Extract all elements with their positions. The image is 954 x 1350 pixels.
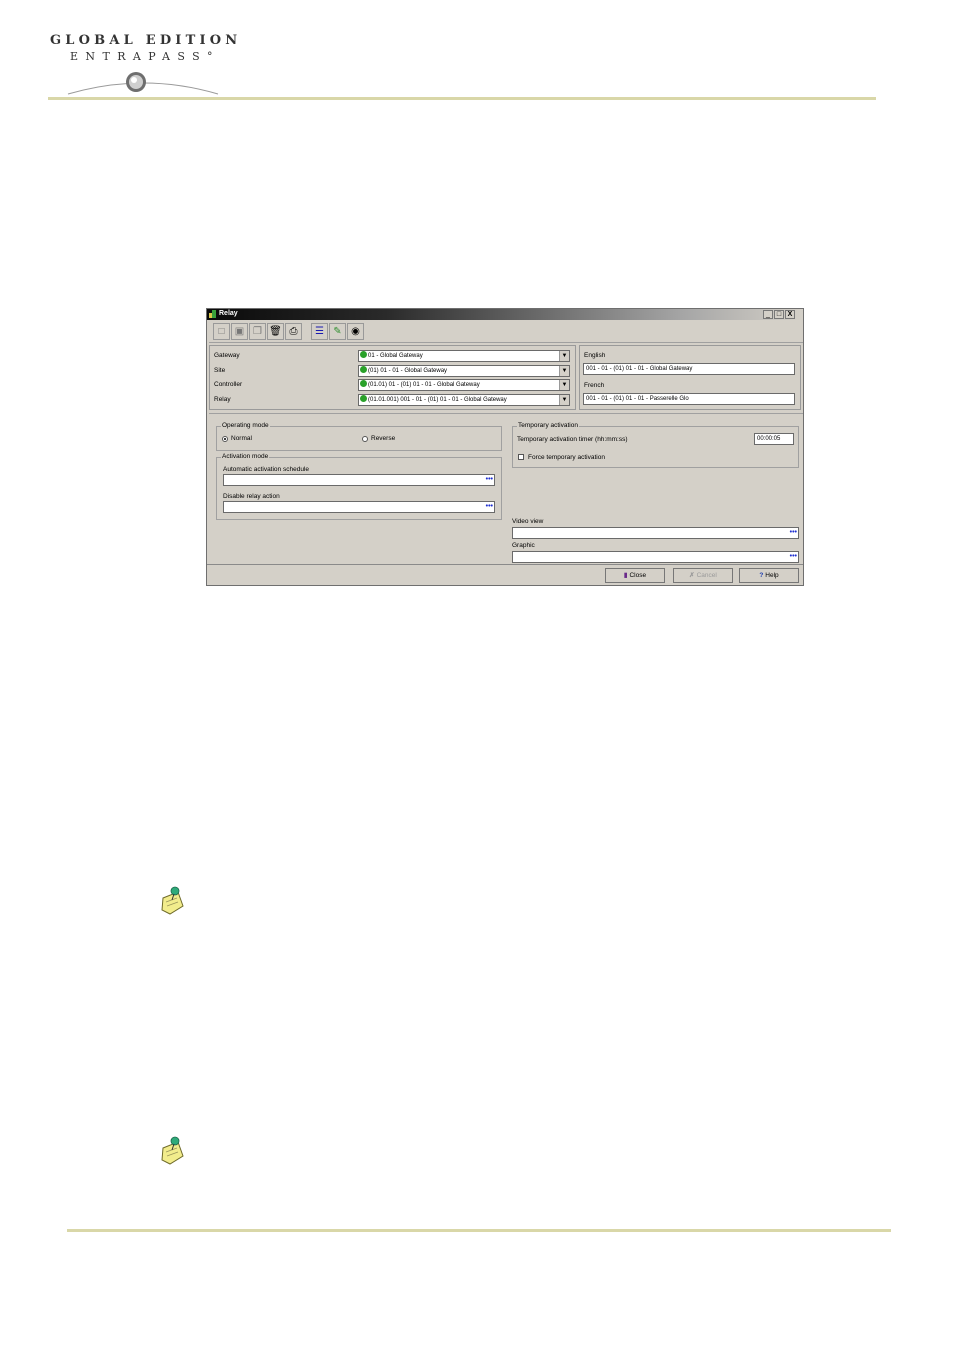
schedule-label: Automatic activation schedule <box>223 466 309 473</box>
relay-select[interactable]: (01.01.001) 001 - 01 - (01) 01 - 01 - Gl… <box>358 394 570 406</box>
graphic-field[interactable]: ••• <box>512 551 799 563</box>
relay-label: Relay <box>214 396 231 403</box>
entrapass-logo: GLOBAL EDITION ENTRAPASS° <box>48 30 238 102</box>
gateway-label: Gateway <box>214 352 240 359</box>
edit-icon[interactable]: ✎ <box>329 323 346 340</box>
site-select-value: (01) 01 - 01 - Global Gateway <box>368 368 448 374</box>
logo-line-global-edition: GLOBAL EDITION <box>50 33 242 48</box>
note-icon <box>161 886 184 915</box>
cancel-button[interactable]: ✗ Cancel <box>673 568 733 583</box>
door-icon: ▮ <box>623 572 628 579</box>
english-label: English <box>584 352 606 359</box>
controller-label: Controller <box>214 381 243 388</box>
names-panel: English 001 - 01 - (01) 01 - 01 - Global… <box>579 345 801 410</box>
activation-mode-group: Activation mode Automatic activation sch… <box>216 453 502 520</box>
relay-window-icon <box>209 310 216 318</box>
help-button-label: Help <box>765 572 779 579</box>
status-online-icon <box>360 351 367 358</box>
find-icon[interactable]: ◉ <box>347 323 364 340</box>
close-button[interactable]: ▮ Close <box>605 568 665 583</box>
title-bar: Relay _ □ X <box>207 309 803 320</box>
reverse-radio[interactable] <box>362 436 368 442</box>
french-label: French <box>584 382 605 389</box>
chevron-down-icon[interactable]: ▼ <box>559 380 569 390</box>
video-view-label: Video view <box>512 518 544 525</box>
toolbar: □ ▣ ❐ 🗑 ⎙ ☰ ✎ ◉ <box>209 321 803 343</box>
browse-graphic-button[interactable]: ••• <box>790 553 797 561</box>
selector-panel: Gateway 01 - Global Gateway ▼ Site (01) … <box>209 345 576 410</box>
activation-schedule-field[interactable]: ••• <box>223 474 495 486</box>
disable-relay-label: Disable relay action <box>223 493 280 500</box>
footer-rule <box>67 1229 891 1232</box>
chevron-down-icon[interactable]: ▼ <box>559 366 569 376</box>
controller-select-value: (01.01) 01 - (01) 01 - 01 - Global Gatew… <box>368 382 480 388</box>
status-online-icon <box>360 380 367 387</box>
browse-schedule-button[interactable]: ••• <box>486 476 493 484</box>
disable-relay-field[interactable]: ••• <box>223 501 495 513</box>
print-icon[interactable]: ⎙ <box>285 323 302 340</box>
browse-disable-button[interactable]: ••• <box>486 503 493 511</box>
window-title: Relay <box>219 310 238 317</box>
status-online-icon <box>360 395 367 402</box>
operating-mode-group: Operating mode Normal Reverse <box>216 422 502 451</box>
cancel-button-label: Cancel <box>696 572 717 579</box>
chevron-down-icon[interactable]: ▼ <box>559 395 569 405</box>
cancel-icon: ✗ <box>689 572 695 579</box>
status-online-icon <box>360 366 367 373</box>
close-window-button[interactable]: X <box>785 310 795 319</box>
force-activation-label: Force temporary activation <box>528 454 605 461</box>
activation-timer-field[interactable]: 00:00:05 <box>754 433 794 445</box>
list-icon[interactable]: ☰ <box>311 323 328 340</box>
force-activation-checkbox[interactable] <box>518 454 524 460</box>
new-icon[interactable]: □ <box>213 323 230 340</box>
help-button[interactable]: ? Help <box>739 568 799 583</box>
maximize-button[interactable]: □ <box>774 310 784 319</box>
video-view-field[interactable]: ••• <box>512 527 799 539</box>
graphic-label: Graphic <box>512 542 535 549</box>
chevron-down-icon[interactable]: ▼ <box>559 351 569 361</box>
button-bar: ▮ Close ✗ Cancel ? Help <box>207 564 803 585</box>
minimize-button[interactable]: _ <box>763 310 773 319</box>
temporary-activation-group: Temporary activation Temporary activatio… <box>512 422 799 468</box>
english-name-field[interactable]: 001 - 01 - (01) 01 - 01 - Global Gateway <box>583 363 795 375</box>
reverse-radio-label: Reverse <box>371 435 396 442</box>
close-button-label: Close <box>629 572 647 579</box>
save-icon[interactable]: ▣ <box>231 323 248 340</box>
french-name-field[interactable]: 001 - 01 - (01) 01 - 01 - Passerelle Glo <box>583 393 795 405</box>
copy-icon[interactable]: ❐ <box>249 323 266 340</box>
operating-mode-title: Operating mode <box>221 422 270 429</box>
temporary-activation-title: Temporary activation <box>517 422 579 429</box>
site-select[interactable]: (01) 01 - 01 - Global Gateway ▼ <box>358 365 570 377</box>
relay-window: Relay _ □ X □ ▣ ❐ 🗑 ⎙ ☰ ✎ ◉ Gateway 01 -… <box>206 308 804 586</box>
browse-video-view-button[interactable]: ••• <box>790 529 797 537</box>
normal-radio-label: Normal <box>231 435 252 442</box>
delete-icon[interactable]: 🗑 <box>267 323 284 340</box>
header-rule <box>48 97 876 100</box>
logo-swoosh-icon <box>67 72 219 95</box>
gateway-select-value: 01 - Global Gateway <box>368 353 423 359</box>
controller-select[interactable]: (01.01) 01 - (01) 01 - 01 - Global Gatew… <box>358 379 570 391</box>
activation-timer-label: Temporary activation timer (hh:mm:ss) <box>517 436 628 443</box>
relay-select-value: (01.01.001) 001 - 01 - (01) 01 - 01 - Gl… <box>368 397 507 403</box>
activation-mode-title: Activation mode <box>221 453 270 460</box>
site-label: Site <box>214 367 226 374</box>
help-icon: ? <box>759 572 764 579</box>
relay-settings-panel: Operating mode Normal Reverse Activation… <box>209 413 803 563</box>
note-icon <box>161 1136 184 1165</box>
normal-radio[interactable] <box>222 436 228 442</box>
gateway-select[interactable]: 01 - Global Gateway ▼ <box>358 350 570 362</box>
